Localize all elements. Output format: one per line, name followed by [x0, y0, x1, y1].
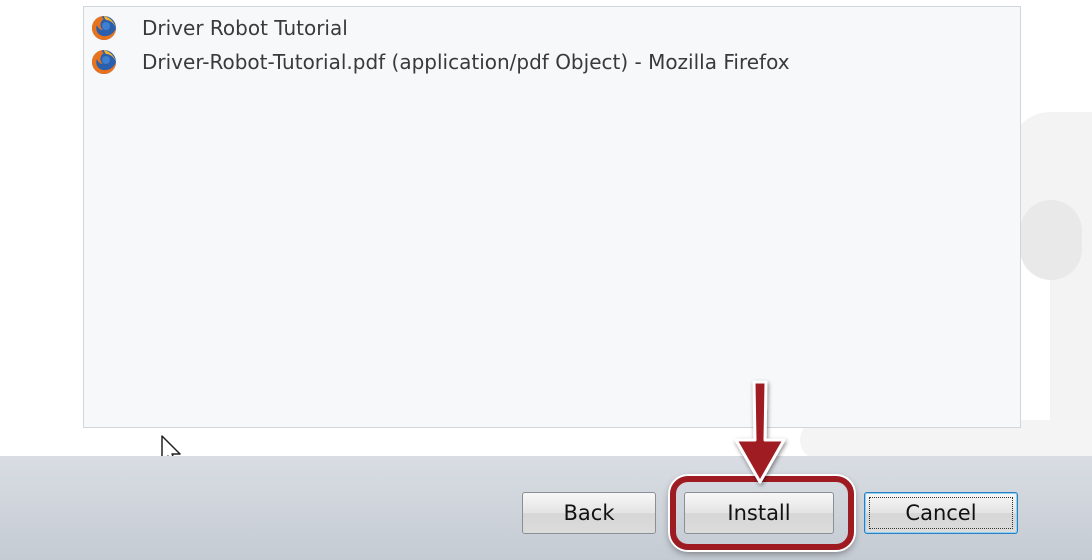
- window-list[interactable]: Driver Robot Tutorial Driver-Robot-Tutor…: [83, 6, 1021, 428]
- installer-dialog: Driver Robot Tutorial Driver-Robot-Tutor…: [0, 0, 1092, 560]
- list-item-label: Driver-Robot-Tutorial.pdf (application/p…: [142, 50, 790, 74]
- background-watermark: [1050, 150, 1092, 430]
- focus-ring: [869, 497, 1013, 529]
- cancel-button[interactable]: Cancel: [864, 492, 1018, 534]
- background-watermark: [1020, 200, 1082, 280]
- list-item-label: Driver Robot Tutorial: [142, 16, 348, 40]
- firefox-icon: [90, 14, 118, 42]
- firefox-icon: [90, 48, 118, 76]
- arrow-down-icon: [730, 378, 790, 490]
- back-button-label: Back: [563, 501, 615, 525]
- back-button[interactable]: Back: [522, 492, 656, 534]
- list-item[interactable]: Driver-Robot-Tutorial.pdf (application/p…: [90, 47, 790, 77]
- list-item[interactable]: Driver Robot Tutorial: [90, 13, 348, 43]
